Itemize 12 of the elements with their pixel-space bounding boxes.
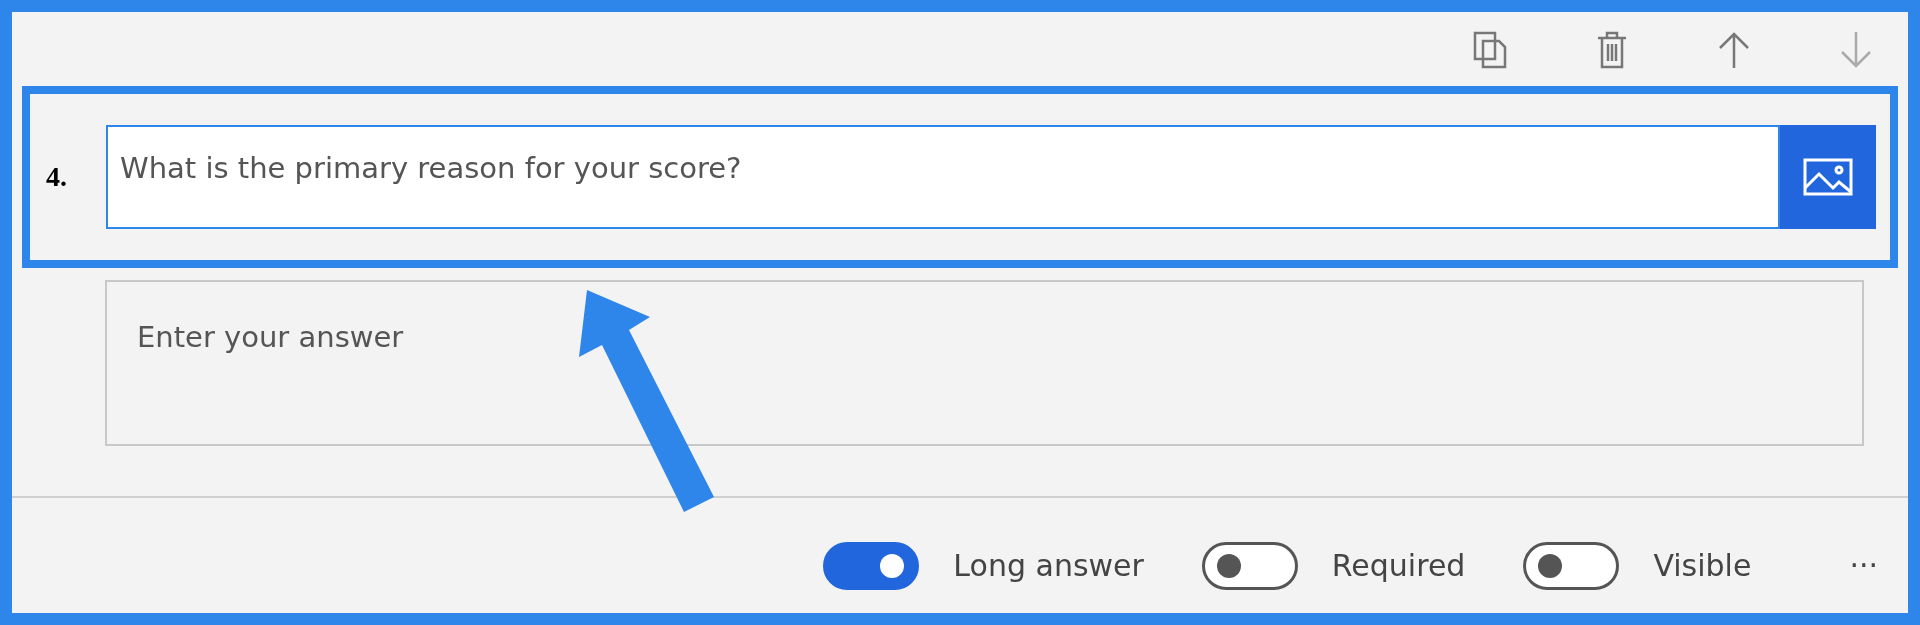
toggle-switch[interactable] [823,541,920,590]
toggle-switch[interactable] [1201,541,1298,590]
image-icon [1803,158,1853,196]
more-button[interactable]: ··· [1849,543,1878,588]
toggle-label: Long answer [953,547,1144,585]
insert-image-button[interactable] [1780,125,1876,229]
question-field[interactable]: What is the primary reason for your score? [106,125,1780,229]
toggle-label: Visible [1653,547,1752,585]
answer-box[interactable]: Enter your answer [105,280,1864,446]
toggle-switch[interactable] [1523,541,1620,590]
question-number: 4. [46,160,68,194]
toggle-label: Required [1331,547,1466,585]
